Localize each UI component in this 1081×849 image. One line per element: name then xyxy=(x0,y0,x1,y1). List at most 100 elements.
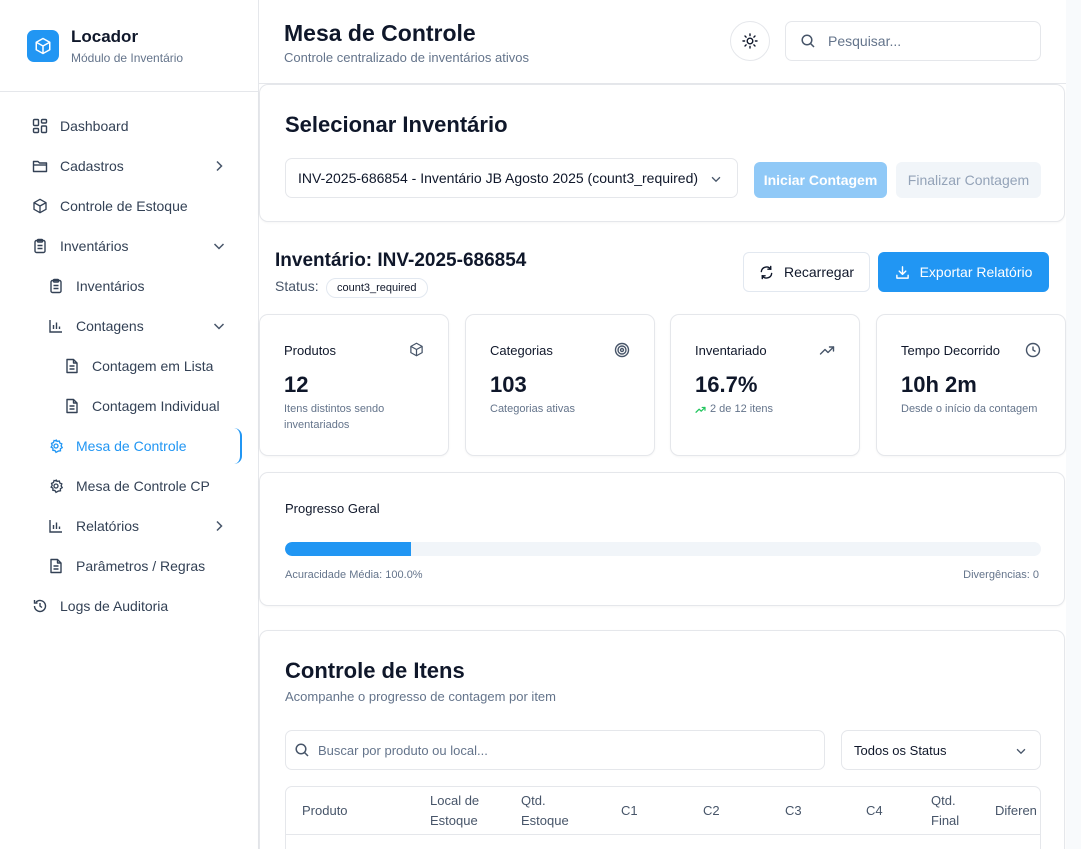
chevron-down-icon xyxy=(211,318,227,334)
trending-up-icon xyxy=(695,404,710,415)
export-report-button[interactable]: Exportar Relatório xyxy=(878,252,1049,292)
items-search[interactable] xyxy=(285,730,825,770)
stat-label: Produtos xyxy=(284,343,337,358)
stat-note-text: 2 de 12 itens xyxy=(710,403,773,415)
column-header-diferenca[interactable]: Diferen xyxy=(995,801,1037,821)
history-icon xyxy=(32,598,48,614)
status-filter-select[interactable]: Todos os Status xyxy=(841,730,1041,770)
stat-card-inventariado: Inventariado 16.7% 2 de 12 itens xyxy=(670,314,860,456)
chevron-right-icon xyxy=(211,158,227,174)
finish-count-button[interactable]: Finalizar Contagem xyxy=(896,162,1041,198)
stat-card-produtos: Produtos 12 Itens distintos sendo invent… xyxy=(259,314,449,456)
sidebar-item-dashboard[interactable]: Dashboard xyxy=(0,106,258,146)
sidebar-item-cadastros[interactable]: Cadastros xyxy=(0,146,258,186)
file-text-icon xyxy=(64,358,80,374)
progress-bar-fill xyxy=(285,542,412,556)
sidebar-item-contagem-lista[interactable]: Contagem em Lista xyxy=(0,346,258,386)
items-search-input[interactable] xyxy=(318,742,798,758)
stat-label: Tempo Decorrido xyxy=(901,343,1000,358)
page-subtitle: Controle centralizado de inventários ati… xyxy=(284,50,529,65)
sidebar-item-label: Parâmetros / Regras xyxy=(76,558,206,574)
sidebar-item-mesa-controle[interactable]: Mesa de Controle xyxy=(0,426,258,466)
clipboard-icon xyxy=(48,278,64,294)
sidebar-item-label: Controle de Estoque xyxy=(60,198,188,214)
column-header-c2[interactable]: C2 xyxy=(703,801,720,821)
sidebar-item-mesa-controle-cp[interactable]: Mesa de Controle CP xyxy=(0,466,258,506)
stat-label: Categorias xyxy=(490,343,553,358)
stat-value: 10h 2m xyxy=(901,372,977,397)
chevron-right-icon xyxy=(211,518,227,534)
inventory-select[interactable]: INV-2025-686854 - Inventário JB Agosto 2… xyxy=(285,158,738,198)
theme-toggle-button[interactable] xyxy=(730,21,770,61)
inventory-select-value: INV-2025-686854 - Inventário JB Agosto 2… xyxy=(298,170,699,186)
box-icon xyxy=(32,198,48,214)
sidebar-item-relatorios[interactable]: Relatórios xyxy=(0,506,258,546)
column-header-c1[interactable]: C1 xyxy=(621,801,638,821)
status-filter-value: Todos os Status xyxy=(854,742,947,758)
search-input[interactable] xyxy=(828,33,1028,49)
gear-icon xyxy=(48,478,64,494)
folder-icon xyxy=(32,158,48,174)
accuracy-text: Acuracidade Média: 100.0% xyxy=(285,569,423,581)
column-header-local[interactable]: Local de Estoque xyxy=(430,791,479,831)
sidebar-item-label: Cadastros xyxy=(60,158,124,174)
reload-button[interactable]: Recarregar xyxy=(743,252,870,292)
page-title: Mesa de Controle xyxy=(284,20,476,46)
sidebar-item-inventarios[interactable]: Inventários xyxy=(0,266,258,306)
export-label: Exportar Relatório xyxy=(919,264,1033,280)
sidebar-nav: Dashboard Cadastros Controle de Estoque … xyxy=(0,92,258,626)
chevron-down-icon xyxy=(709,172,723,186)
column-header-qtd-estoque[interactable]: Qtd. Estoque xyxy=(521,791,569,831)
brand-subtitle: Módulo de Inventário xyxy=(71,50,184,65)
active-indicator xyxy=(232,428,242,464)
file-text-icon xyxy=(64,398,80,414)
search-icon xyxy=(294,742,310,758)
sidebar-item-label: Dashboard xyxy=(60,118,129,134)
sidebar-item-contagens[interactable]: Contagens xyxy=(0,306,258,346)
file-text-icon xyxy=(48,558,64,574)
main-content: Mesa de Controle Controle centralizado d… xyxy=(259,0,1066,849)
sidebar-item-parametros[interactable]: Parâmetros / Regras xyxy=(0,546,258,586)
column-header-c3[interactable]: C3 xyxy=(785,801,802,821)
sidebar-item-label: Mesa de Controle CP xyxy=(76,478,210,494)
global-search[interactable] xyxy=(785,21,1041,61)
top-header: Mesa de Controle Controle centralizado d… xyxy=(259,0,1066,84)
table-header-row: Produto Local de Estoque Qtd. Estoque C1 C… xyxy=(286,787,1040,835)
clock-icon xyxy=(1025,342,1041,358)
clipboard-icon xyxy=(32,238,48,254)
progress-title: Progresso Geral xyxy=(285,501,380,516)
column-header-produto[interactable]: Produto xyxy=(302,801,348,821)
sidebar-item-label: Relatórios xyxy=(76,518,140,534)
chevron-down-icon xyxy=(1014,744,1028,758)
package-icon xyxy=(409,342,424,357)
stat-value: 12 xyxy=(284,372,309,397)
stat-label: Inventariado xyxy=(695,343,767,358)
sidebar-item-label: Contagem em Lista xyxy=(92,358,214,374)
sidebar-item-label: Mesa de Controle xyxy=(76,438,187,454)
chevron-down-icon xyxy=(211,238,227,254)
search-icon xyxy=(800,33,816,49)
inventory-title: Inventário: INV-2025-686854 xyxy=(275,250,527,271)
sidebar-item-label: Logs de Auditoria xyxy=(60,598,169,614)
stat-note: 2 de 12 itens xyxy=(695,401,835,417)
sidebar-item-contagem-individual[interactable]: Contagem Individual xyxy=(0,386,258,426)
sidebar: Locador Módulo de Inventário Dashboard C… xyxy=(0,0,259,849)
stat-note: Categorias ativas xyxy=(490,403,575,415)
trending-up-icon xyxy=(819,342,835,358)
start-count-button[interactable]: Iniciar Contagem xyxy=(754,162,887,198)
sidebar-item-logs-auditoria[interactable]: Logs de Auditoria xyxy=(0,586,258,626)
stat-note: Itens distintos sendo inventariados xyxy=(284,403,385,431)
progress-bar xyxy=(285,542,1041,556)
items-subtitle: Acompanhe o progresso de contagem por it… xyxy=(285,689,556,704)
refresh-icon xyxy=(759,265,784,280)
sidebar-item-controle-estoque[interactable]: Controle de Estoque xyxy=(0,186,258,226)
stat-value: 16.7% xyxy=(695,372,758,397)
sidebar-item-label: Contagens xyxy=(76,318,144,334)
items-title: Controle de Itens xyxy=(285,658,465,683)
column-header-qtd-final[interactable]: Qtd. Final xyxy=(931,791,959,831)
sidebar-item-inventarios-group[interactable]: Inventários xyxy=(0,226,258,266)
select-inventory-title: Selecionar Inventário xyxy=(285,112,508,137)
bar-chart-icon xyxy=(48,518,64,534)
column-header-c4[interactable]: C4 xyxy=(866,801,883,821)
items-table: Produto Local de Estoque Qtd. Estoque C1 C… xyxy=(285,786,1041,849)
